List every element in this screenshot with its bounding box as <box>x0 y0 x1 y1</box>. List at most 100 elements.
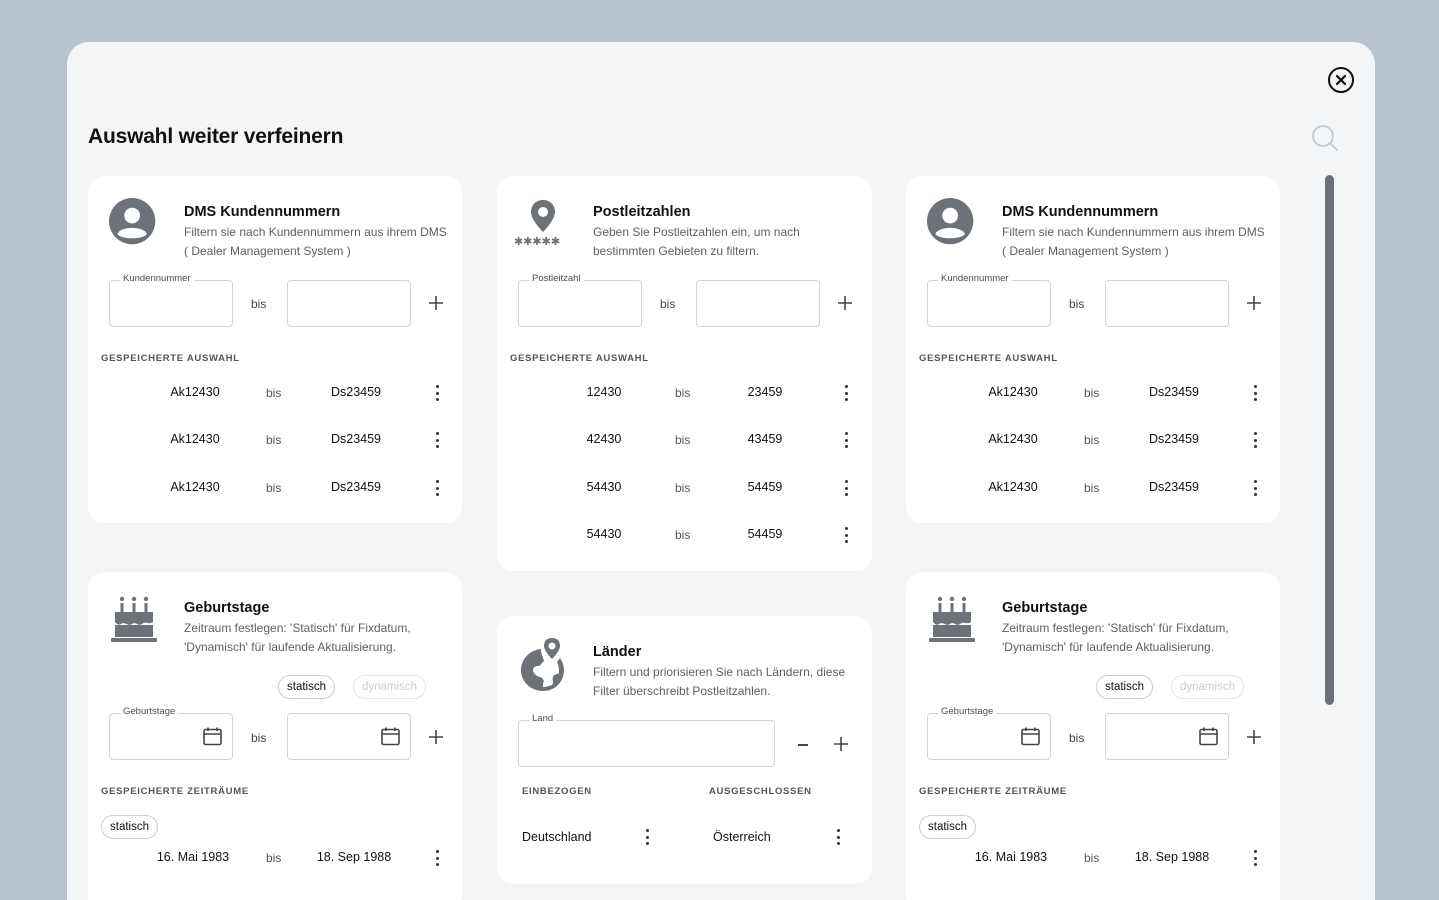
postal-code-to-field[interactable] <box>696 280 820 327</box>
more-options-icon[interactable] <box>844 480 848 496</box>
add-icon[interactable] <box>838 296 852 310</box>
more-options-icon[interactable] <box>435 385 439 401</box>
more-options-icon[interactable] <box>836 829 840 845</box>
add-icon[interactable] <box>1247 296 1261 310</box>
calendar-icon[interactable] <box>1021 727 1040 746</box>
birthday-to-field[interactable] <box>1105 713 1229 760</box>
birthday-from-field[interactable]: Geburtstage <box>109 706 233 760</box>
range-bis-label: bis <box>266 433 282 447</box>
birthday-cake-icon <box>929 596 975 642</box>
field-label: Geburtstage <box>120 706 179 717</box>
postal-code-card: ✱✱✱✱✱ Postleitzahlen Geben Sie Postleitz… <box>497 176 872 571</box>
field-label: Kundennummer <box>120 273 194 284</box>
list-item: 16. Mai 1983 bis 18. Sep 1988 <box>906 848 1280 868</box>
more-options-icon[interactable] <box>1253 480 1257 496</box>
customer-number-from-field[interactable]: Kundennummer <box>927 273 1051 327</box>
saved-period-tag: statisch <box>101 815 158 839</box>
add-icon[interactable] <box>429 296 443 310</box>
saved-selection-label: GESPEICHERTE AUSWAHL <box>510 353 649 364</box>
list-item: Ak12430 bis Ds23459 <box>906 478 1280 498</box>
page-title: Auswahl weiter verfeinern <box>88 125 344 148</box>
birthday-from-field[interactable]: Geburtstage <box>927 706 1051 760</box>
card-description: Zeitraum festlegen: 'Statisch' für Fixda… <box>1002 621 1229 654</box>
range-bis-label: bis <box>251 297 267 311</box>
list-item: 16. Mai 1983 bis 18. Sep 1988 <box>88 848 462 868</box>
toggle-dynamic[interactable]: dynamisch <box>1171 675 1244 699</box>
list-item: Ak12430 bis Ds23459 <box>906 430 1280 450</box>
list-item: Ak12430 bis Ds23459 <box>88 430 462 450</box>
more-options-icon[interactable] <box>435 850 439 866</box>
add-icon[interactable] <box>429 730 443 744</box>
list-item: Ak12430 bis Ds23459 <box>88 383 462 403</box>
birthday-to-field[interactable] <box>287 713 411 760</box>
range-from: Ak12430 <box>988 480 1038 494</box>
toggle-static[interactable]: statisch <box>1096 675 1153 699</box>
birthday-cake-icon <box>111 596 157 642</box>
more-options-icon[interactable] <box>435 432 439 448</box>
more-options-icon[interactable] <box>844 527 848 543</box>
card-description: Filtern sie nach Kundennummern aus ihrem… <box>184 225 447 258</box>
range-to: 18. Sep 1988 <box>1134 850 1210 864</box>
country-field[interactable]: Land <box>518 713 775 767</box>
list-item: 54430 bis 54459 <box>497 525 872 545</box>
range-from: 16. Mai 1983 <box>974 850 1048 864</box>
more-options-icon[interactable] <box>1253 432 1257 448</box>
more-options-icon[interactable] <box>645 829 649 845</box>
calendar-icon[interactable] <box>1199 727 1218 746</box>
card-description: Filtern und priorisieren Sie nach Länder… <box>593 665 846 698</box>
more-options-icon[interactable] <box>435 480 439 496</box>
saved-selection-label: GESPEICHERTE AUSWAHL <box>101 353 240 364</box>
range-bis-label: bis <box>1084 481 1100 495</box>
range-from: Ak12430 <box>988 432 1038 446</box>
range-to: 54459 <box>747 480 783 494</box>
range-bis-label: bis <box>1084 851 1100 865</box>
card-title: DMS Kundennummern <box>1002 204 1159 220</box>
birthday-card: Geburtstage Zeitraum festlegen: 'Statisc… <box>906 572 1280 900</box>
customer-number-to-field[interactable] <box>287 280 411 327</box>
user-avatar-icon <box>109 198 156 245</box>
more-options-icon[interactable] <box>844 385 848 401</box>
postal-code-from-field[interactable]: Postleitzahl <box>518 273 642 327</box>
dms-card: DMS Kundennummern Filtern sie nach Kunde… <box>906 176 1280 523</box>
dms-card: DMS Kundennummern Filtern sie nach Kunde… <box>88 176 462 523</box>
range-bis-label: bis <box>266 386 282 400</box>
more-options-icon[interactable] <box>1253 385 1257 401</box>
card-title: Länder <box>593 644 642 660</box>
range-bis-label: bis <box>675 386 691 400</box>
svg-text:✱✱✱✱✱: ✱✱✱✱✱ <box>514 235 560 248</box>
range-bis-label: bis <box>266 481 282 495</box>
more-options-icon[interactable] <box>844 432 848 448</box>
card-title: DMS Kundennummern <box>184 204 341 220</box>
range-to: Ds23459 <box>1148 480 1200 494</box>
calendar-icon[interactable] <box>381 727 400 746</box>
add-icon[interactable] <box>834 737 848 751</box>
range-from: 16. Mai 1983 <box>156 850 230 864</box>
toggle-dynamic[interactable]: dynamisch <box>353 675 426 699</box>
excluded-label: AUSGESCHLOSSEN <box>709 786 812 797</box>
toggle-static[interactable]: statisch <box>278 675 335 699</box>
globe-pin-icon <box>521 638 564 691</box>
range-to: Ds23459 <box>330 385 382 399</box>
search-icon[interactable] <box>1311 124 1339 152</box>
range-from: Ak12430 <box>170 480 220 494</box>
calendar-icon[interactable] <box>203 727 222 746</box>
list-item: Ak12430 bis Ds23459 <box>88 478 462 498</box>
range-to: Ds23459 <box>330 432 382 446</box>
range-from: 54430 <box>586 527 622 541</box>
list-item: 12430 bis 23459 <box>497 383 872 403</box>
field-label: Kundennummer <box>938 273 1012 284</box>
card-title: Postleitzahlen <box>593 204 691 220</box>
list-item: 42430 bis 43459 <box>497 430 872 450</box>
remove-icon[interactable] <box>798 744 808 746</box>
range-bis-label: bis <box>266 851 282 865</box>
customer-number-from-field[interactable]: Kundennummer <box>109 273 233 327</box>
card-title: Geburtstage <box>1002 600 1088 616</box>
birthday-card: Geburtstage Zeitraum festlegen: 'Statisc… <box>88 572 462 900</box>
more-options-icon[interactable] <box>1253 850 1257 866</box>
customer-number-to-field[interactable] <box>1105 280 1229 327</box>
field-label: Geburtstage <box>938 706 997 717</box>
card-title: Geburtstage <box>184 600 270 616</box>
close-circle-icon[interactable] <box>1328 67 1354 93</box>
add-icon[interactable] <box>1247 730 1261 744</box>
scrollbar[interactable] <box>1325 175 1334 705</box>
